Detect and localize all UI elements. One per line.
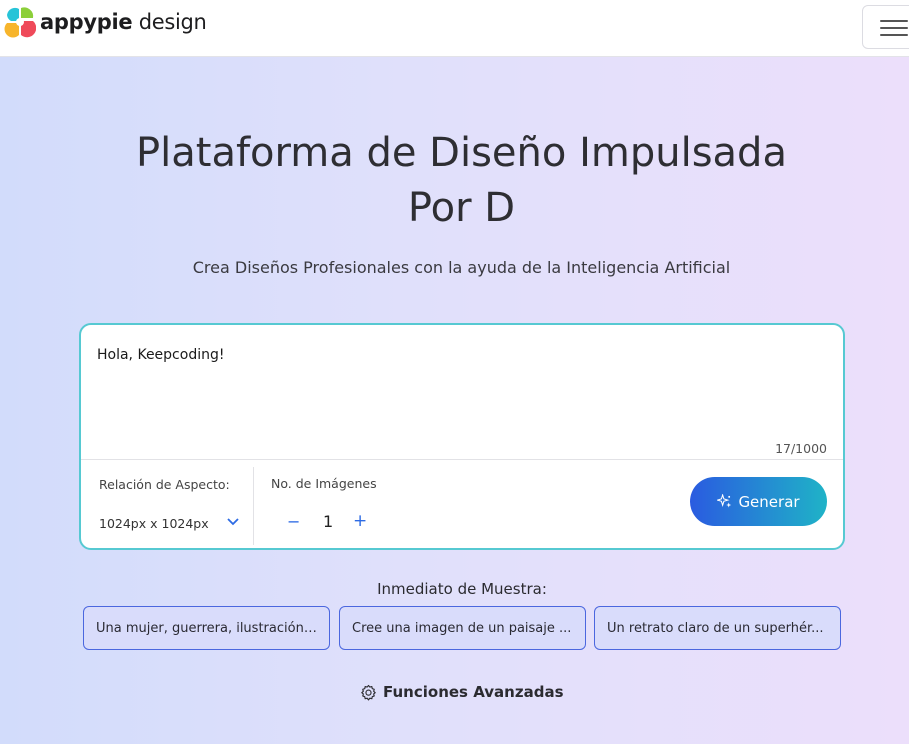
- increment-button[interactable]: +: [353, 511, 367, 531]
- sample-prompt-chip[interactable]: Un retrato claro de un superhér...: [594, 606, 841, 650]
- generate-label: Generar: [738, 492, 800, 511]
- logo[interactable]: appypie design: [4, 6, 207, 38]
- prompt-textarea[interactable]: Hola, Keepcoding!: [97, 347, 224, 363]
- decrement-button[interactable]: −: [287, 512, 300, 531]
- divider: [253, 467, 254, 545]
- gear-icon: [361, 684, 376, 700]
- sample-prompt-text: Una mujer, guerrera, ilustración ...: [96, 620, 317, 636]
- image-count-label: No. de Imágenes: [271, 476, 377, 491]
- logo-text: appypie design: [40, 10, 207, 34]
- hamburger-icon: [880, 20, 908, 22]
- divider: [81, 459, 843, 460]
- chevron-down-icon[interactable]: [226, 517, 240, 527]
- sparkles-icon: [717, 494, 732, 508]
- generate-button[interactable]: Generar: [690, 477, 827, 526]
- advanced-features-label: Funciones Avanzadas: [383, 683, 564, 701]
- hamburger-icon-line: [880, 27, 908, 29]
- advanced-features-toggle[interactable]: Funciones Avanzadas: [360, 683, 564, 701]
- aspect-ratio-select[interactable]: 1024px x 1024px: [99, 516, 209, 531]
- appypie-logo-icon: [4, 7, 36, 38]
- title-line-2: Por D: [407, 185, 516, 231]
- top-header: appypie design: [0, 0, 909, 57]
- sample-prompt-chip[interactable]: Una mujer, guerrera, ilustración ...: [83, 606, 330, 650]
- page-title: Plataforma de Diseño Impulsada Por D: [40, 126, 883, 236]
- sample-prompt-text: Un retrato claro de un superhér...: [607, 620, 824, 636]
- sample-prompt-chip[interactable]: Cree una imagen de un paisaje ...: [339, 606, 586, 650]
- character-counter: 17/1000: [775, 441, 827, 456]
- menu-button[interactable]: [862, 5, 909, 49]
- image-count-value: 1: [323, 512, 334, 531]
- aspect-ratio-label: Relación de Aspecto:: [99, 477, 230, 492]
- sample-prompt-text: Cree una imagen de un paisaje ...: [352, 620, 572, 636]
- hamburger-icon-line: [880, 34, 908, 36]
- title-line-1: Plataforma de Diseño Impulsada: [136, 130, 787, 176]
- page-subtitle: Crea Diseños Profesionales con la ayuda …: [192, 258, 731, 277]
- prompt-card: Hola, Keepcoding! 17/1000 Relación de As…: [79, 323, 845, 550]
- sample-prompts-label: Inmediato de Muestra:: [377, 580, 547, 598]
